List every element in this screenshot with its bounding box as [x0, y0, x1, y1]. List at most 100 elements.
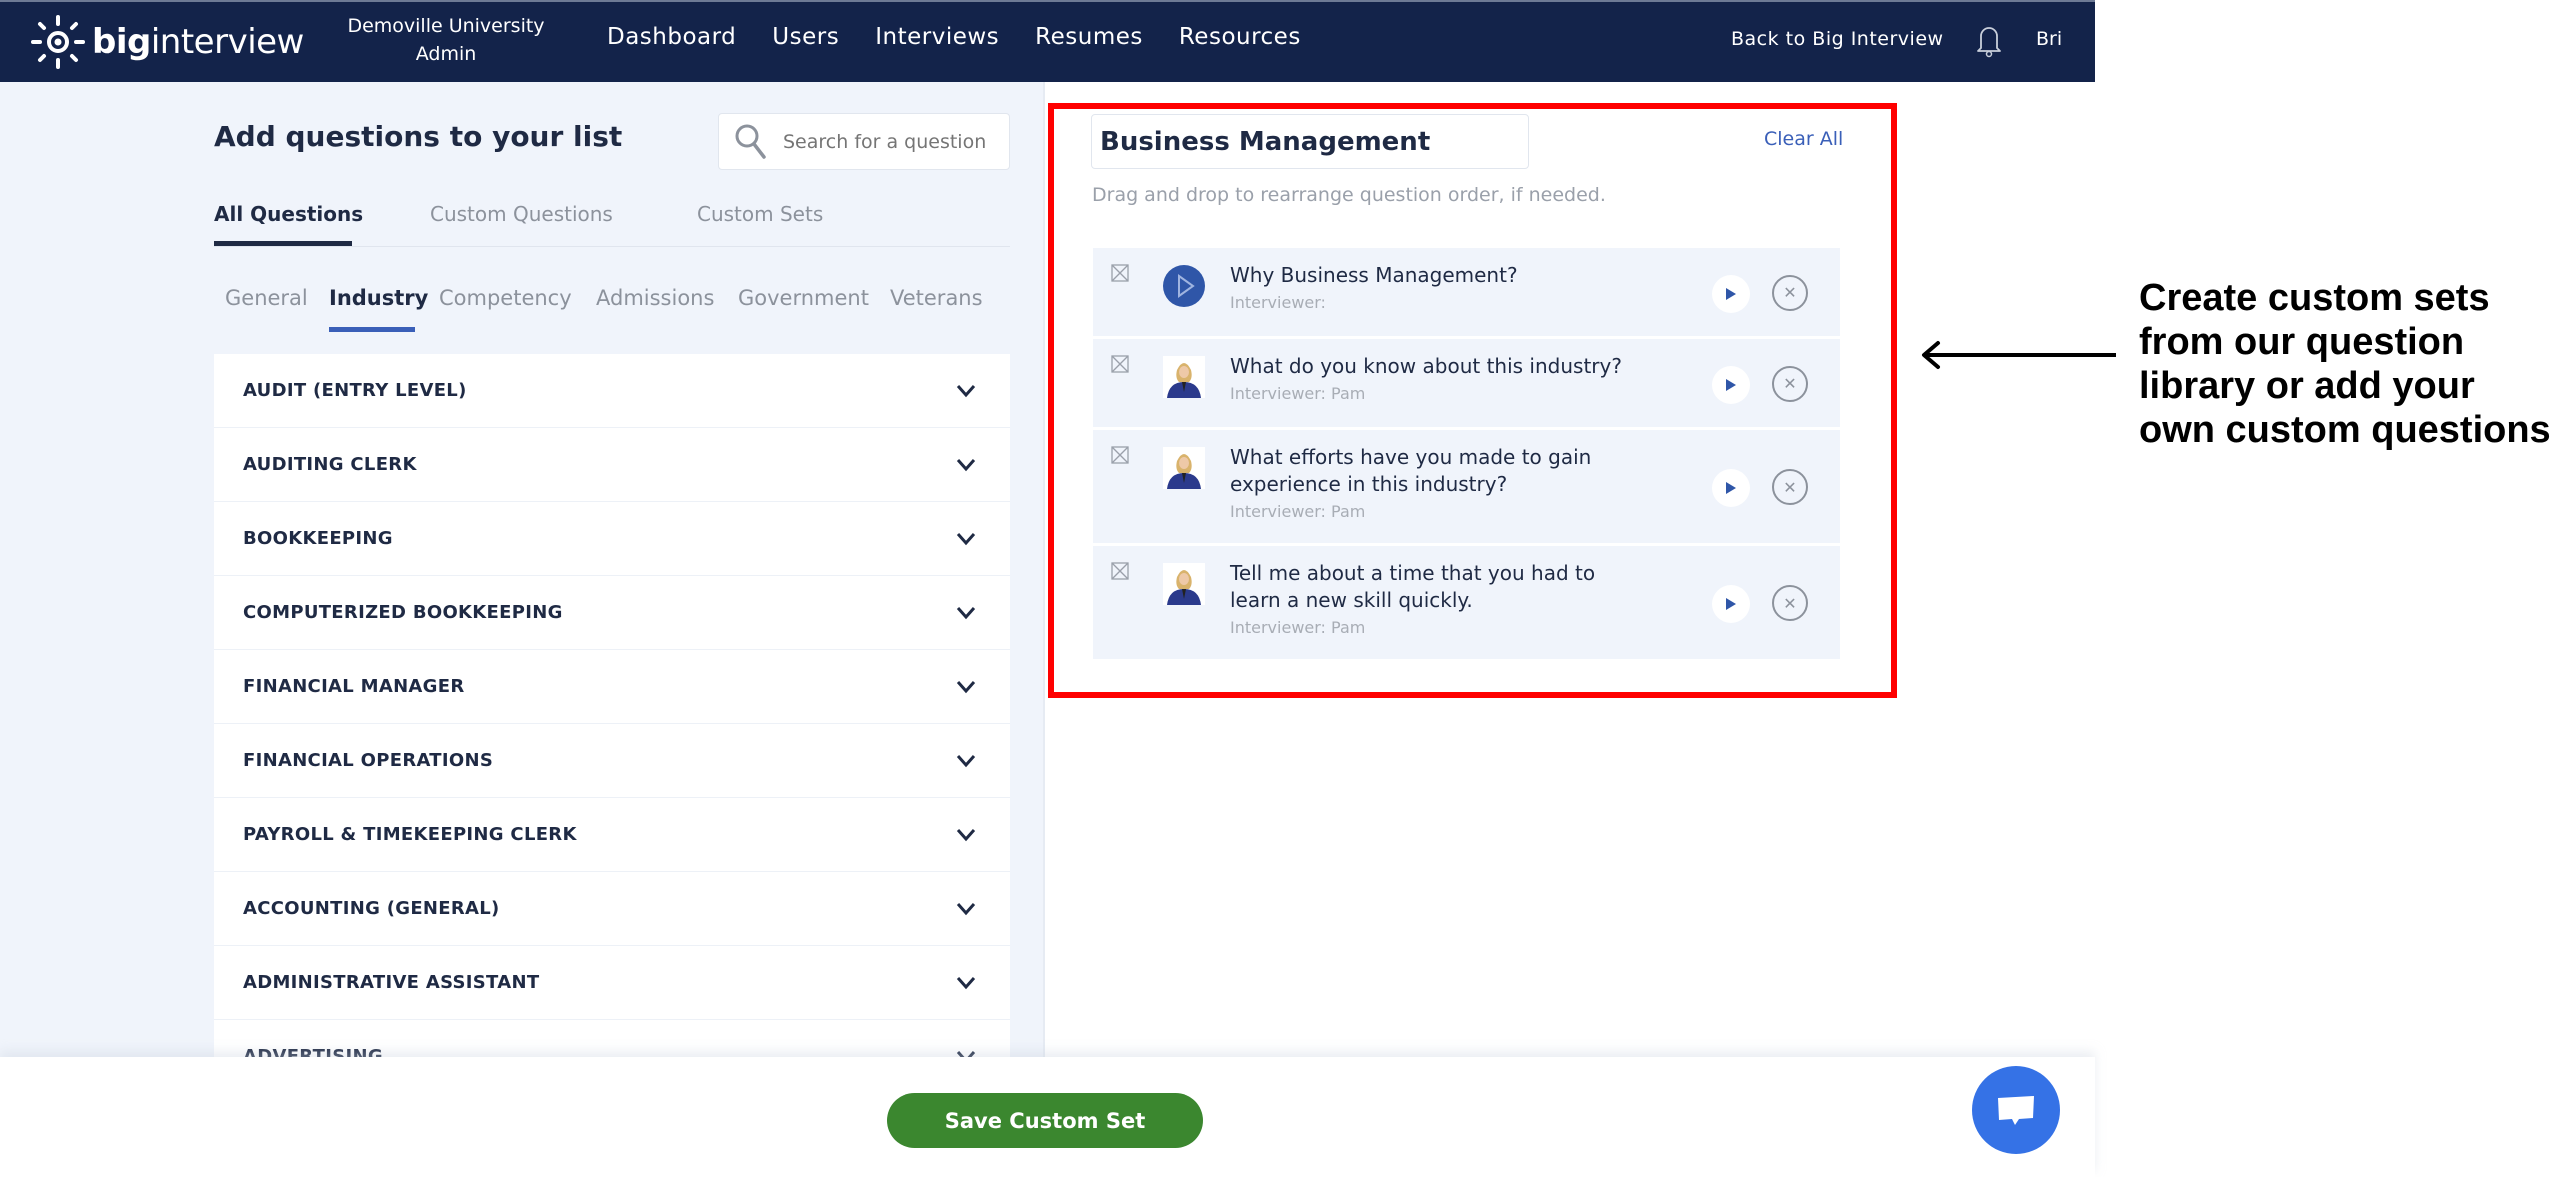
- play-question-button[interactable]: [1712, 274, 1750, 313]
- chevron-down-icon[interactable]: [956, 532, 976, 546]
- subtab-competency[interactable]: Competency: [439, 286, 572, 310]
- video-play-circle-icon[interactable]: [1163, 265, 1205, 307]
- chevron-down-icon[interactable]: [956, 976, 976, 990]
- play-question-button[interactable]: [1712, 365, 1750, 404]
- interviewer-avatar: [1163, 563, 1205, 605]
- drag-handle-icon[interactable]: [1111, 562, 1129, 580]
- play-icon: [1726, 598, 1736, 610]
- category-label: COMPUTERIZED BOOKKEEPING: [243, 602, 563, 623]
- chevron-down-icon[interactable]: [956, 1050, 976, 1058]
- brand-light: interview: [150, 22, 305, 62]
- nav-interviews[interactable]: Interviews: [875, 24, 999, 50]
- search-input[interactable]: [783, 130, 1003, 153]
- chevron-down-icon[interactable]: [956, 754, 976, 768]
- subtab-veterans[interactable]: Veterans: [890, 286, 983, 310]
- nav-dashboard[interactable]: Dashboard: [607, 24, 736, 50]
- subtab-industry[interactable]: Industry: [329, 286, 428, 310]
- category-label: PAYROLL & TIMEKEEPING CLERK: [243, 824, 577, 845]
- nav-resumes[interactable]: Resumes: [1035, 24, 1143, 50]
- chevron-down-icon[interactable]: [956, 384, 976, 398]
- selected-question-row[interactable]: What do you know about this industry? In…: [1093, 339, 1840, 430]
- chevron-down-icon[interactable]: [956, 680, 976, 694]
- close-icon: ✕: [1783, 374, 1797, 393]
- tab-all-questions[interactable]: All Questions: [214, 202, 363, 226]
- nav-users[interactable]: Users: [772, 24, 839, 50]
- play-question-button[interactable]: [1712, 469, 1750, 507]
- interviewer-avatar: [1163, 356, 1205, 398]
- category-list: AUDIT (ENTRY LEVEL) AUDITING CLERK BOOKK…: [214, 354, 1010, 1057]
- category-label: AUDIT (ENTRY LEVEL): [243, 380, 467, 401]
- search-box[interactable]: [718, 113, 1010, 170]
- org-name: Demoville University: [347, 15, 545, 37]
- category-item[interactable]: ACCOUNTING (GENERAL): [214, 872, 1010, 946]
- category-item[interactable]: AUDITING CLERK: [214, 428, 1010, 502]
- org-role: Admin: [415, 43, 477, 65]
- save-custom-set-button[interactable]: Save Custom Set: [887, 1093, 1203, 1148]
- drag-handle-icon[interactable]: [1111, 264, 1129, 282]
- play-question-button[interactable]: [1712, 585, 1750, 623]
- panel-title: Add questions to your list: [214, 120, 623, 153]
- selected-question-row[interactable]: What efforts have you made to gain exper…: [1093, 430, 1840, 546]
- sun-logo-icon: [31, 15, 85, 69]
- remove-question-button[interactable]: ✕: [1772, 585, 1808, 621]
- interviewer-label: Interviewer:: [1230, 293, 1326, 312]
- interviewer-label: Interviewer: Pam: [1230, 502, 1366, 521]
- remove-question-button[interactable]: ✕: [1772, 365, 1808, 402]
- user-menu[interactable]: Bri: [2036, 28, 2062, 50]
- tab-custom-sets[interactable]: Custom Sets: [697, 202, 823, 226]
- main-nav: Dashboard Users Interviews Resumes Resou…: [607, 24, 1337, 50]
- question-tabs: All Questions Custom Questions Custom Se…: [214, 196, 1010, 247]
- subtab-general[interactable]: General: [225, 286, 308, 310]
- organization-label: Demoville University Admin: [330, 12, 562, 68]
- remove-question-button[interactable]: ✕: [1772, 274, 1808, 311]
- chevron-down-icon[interactable]: [956, 828, 976, 842]
- set-name-input[interactable]: [1091, 114, 1529, 169]
- back-to-big-interview-link[interactable]: Back to Big Interview: [1731, 28, 1944, 50]
- category-label: FINANCIAL MANAGER: [243, 676, 465, 697]
- category-item[interactable]: PAYROLL & TIMEKEEPING CLERK: [214, 798, 1010, 872]
- close-icon: ✕: [1783, 593, 1797, 613]
- drag-handle-icon[interactable]: [1111, 355, 1129, 373]
- drag-hint: Drag and drop to rearrange question orde…: [1092, 184, 1606, 206]
- nav-resources[interactable]: Resources: [1179, 24, 1301, 50]
- play-icon: [1726, 482, 1736, 494]
- category-item[interactable]: FINANCIAL MANAGER: [214, 650, 1010, 724]
- chevron-down-icon[interactable]: [956, 458, 976, 472]
- clear-all-link[interactable]: Clear All: [1764, 128, 1843, 150]
- annotation-arrow-icon: [1922, 341, 2116, 369]
- chevron-down-icon[interactable]: [956, 902, 976, 916]
- subtab-government[interactable]: Government: [738, 286, 869, 310]
- subtab-admissions[interactable]: Admissions: [596, 286, 714, 310]
- selected-question-row[interactable]: Tell me about a time that you had to lea…: [1093, 546, 1840, 662]
- top-navbar: biginterview Demoville University Admin …: [0, 0, 2095, 82]
- play-icon: [1726, 287, 1736, 300]
- category-item[interactable]: ADVERTISING: [214, 1020, 1010, 1057]
- brand-bold: big: [92, 22, 151, 62]
- category-item[interactable]: COMPUTERIZED BOOKKEEPING: [214, 576, 1010, 650]
- category-label: FINANCIAL OPERATIONS: [243, 750, 494, 771]
- play-icon: [1726, 378, 1736, 391]
- category-item[interactable]: BOOKKEEPING: [214, 502, 1010, 576]
- active-tab-indicator: [214, 241, 352, 246]
- tab-custom-questions[interactable]: Custom Questions: [430, 202, 613, 226]
- remove-question-button[interactable]: ✕: [1772, 469, 1808, 505]
- category-item[interactable]: ADMINISTRATIVE ASSISTANT: [214, 946, 1010, 1020]
- drag-handle-icon[interactable]: [1111, 446, 1129, 464]
- category-label: AUDITING CLERK: [243, 454, 417, 475]
- annotation-callout: Create custom sets from our question lib…: [2139, 277, 2551, 451]
- category-label: ADVERTISING: [243, 1046, 383, 1057]
- category-item[interactable]: FINANCIAL OPERATIONS: [214, 724, 1010, 798]
- chevron-down-icon[interactable]: [956, 606, 976, 620]
- question-text: Tell me about a time that you had to lea…: [1230, 561, 1596, 612]
- question-text: Why Business Management?: [1230, 263, 1518, 287]
- active-subtab-indicator: [329, 327, 415, 332]
- interviewer-label: Interviewer: Pam: [1230, 384, 1366, 403]
- chat-bubble-icon: [1998, 1096, 2034, 1125]
- selected-question-row[interactable]: Why Business Management? Interviewer: ✕: [1093, 248, 1840, 339]
- chat-widget-button[interactable]: [1972, 1066, 2060, 1154]
- biginterview-logo[interactable]: biginterview: [30, 14, 304, 70]
- bell-icon[interactable]: [1975, 22, 2003, 58]
- category-item[interactable]: AUDIT (ENTRY LEVEL): [214, 354, 1010, 428]
- question-text: What do you know about this industry?: [1230, 354, 1622, 378]
- category-label: ADMINISTRATIVE ASSISTANT: [243, 972, 540, 993]
